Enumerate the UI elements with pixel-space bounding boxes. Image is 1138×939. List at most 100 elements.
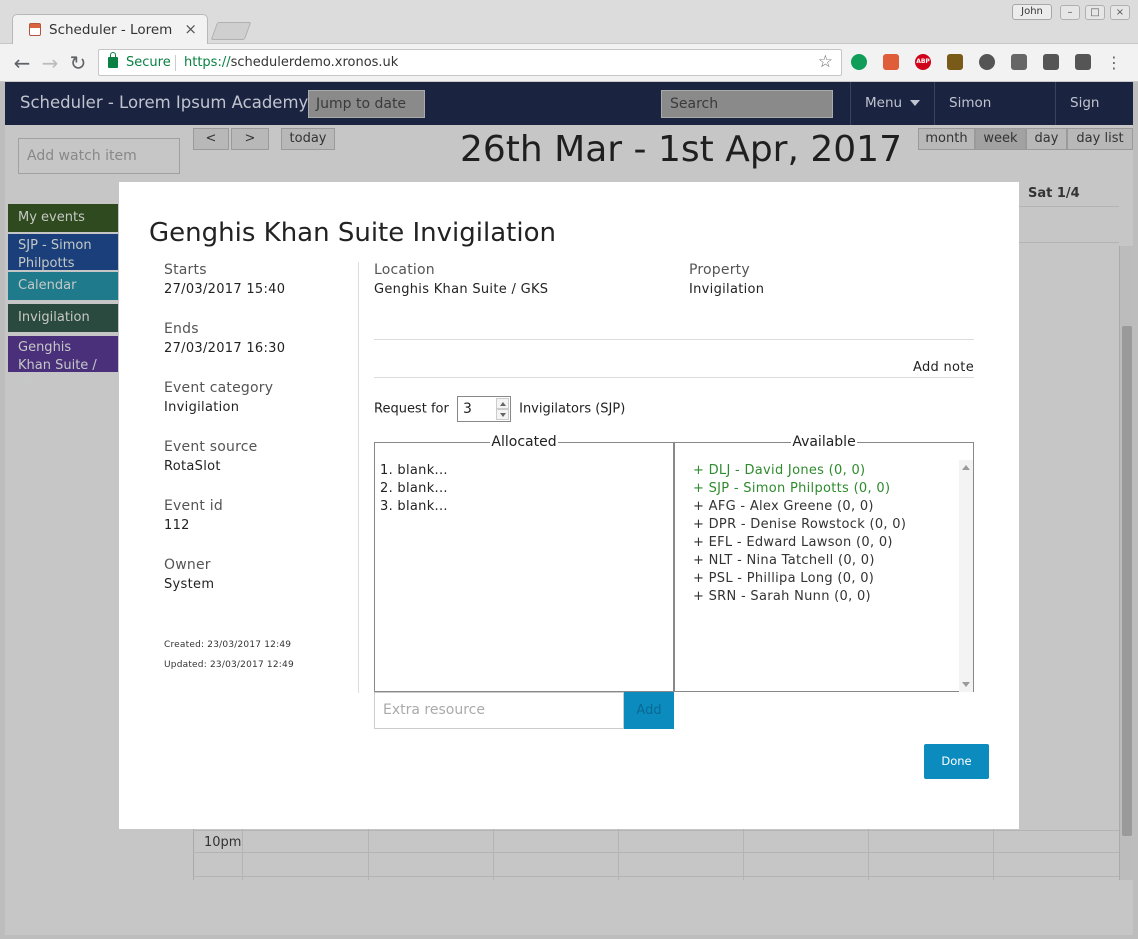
location-label: Location — [374, 262, 435, 278]
extension-icon[interactable] — [979, 54, 995, 70]
extension-icon[interactable] — [1043, 54, 1059, 70]
list-item[interactable]: + SJP - Simon Philpotts (0, 0) — [693, 480, 906, 498]
property-label: Property — [689, 262, 750, 278]
sidebar-item-gks[interactable]: Genghis Khan Suite / GKS — [8, 336, 118, 391]
available-legend: Available — [675, 434, 973, 450]
browser-toolbar: ← → ↻ Secure https://schedulerdemo.xrono… — [0, 44, 1138, 82]
meta-label: Starts — [164, 262, 207, 278]
evernote-extension-icon[interactable] — [851, 54, 867, 70]
bookmark-star-icon[interactable]: ☆ — [818, 52, 833, 72]
meta-owner: Owner System — [164, 557, 354, 616]
allocated-title: Allocated — [490, 434, 558, 450]
list-item[interactable]: + PSL - Phillipa Long (0, 0) — [693, 570, 906, 588]
list-item[interactable]: + DPR - Denise Rowstock (0, 0) — [693, 516, 906, 534]
app-title[interactable]: Scheduler - Lorem Ipsum Academy — [20, 93, 308, 112]
done-button[interactable]: Done — [924, 744, 989, 779]
home-extension-icon[interactable] — [947, 54, 963, 70]
list-item[interactable]: + AFG - Alex Greene (0, 0) — [693, 498, 906, 516]
meta-source: Event source RotaSlot — [164, 439, 354, 498]
chevron-down-icon — [910, 100, 921, 106]
calendar-scrollbar[interactable] — [1119, 246, 1133, 880]
decrement-icon[interactable] — [495, 409, 509, 420]
browser-tab[interactable]: Scheduler - Lorem Ipsum Academy × — [12, 14, 208, 45]
forward-icon[interactable]: → — [40, 51, 60, 75]
close-window-icon[interactable]: × — [1110, 5, 1130, 20]
reload-icon[interactable]: ↻ — [68, 51, 88, 75]
scroll-thumb[interactable] — [1122, 326, 1132, 836]
meta-label: Event category — [164, 380, 274, 396]
request-row: Request for 3 Invigilators (SJP) — [374, 396, 625, 422]
mail-extension-icon[interactable] — [1075, 54, 1091, 70]
scroll-down-icon[interactable] — [962, 682, 970, 687]
add-watch-item-input[interactable]: Add watch item — [18, 138, 180, 174]
created-timestamp: Created: 23/03/2017 12:49 — [164, 640, 292, 650]
grid-line — [193, 876, 1119, 877]
sign-out-link[interactable]: Sign out — [1055, 82, 1133, 154]
modal-title: Genghis Khan Suite Invigilation — [149, 218, 556, 248]
add-note-link[interactable]: Add note — [913, 360, 974, 375]
address-bar[interactable]: Secure https://schedulerdemo.xronos.uk ☆ — [98, 49, 842, 76]
lock-icon — [108, 52, 118, 68]
list-item[interactable]: + NLT - Nina Tatchell (0, 0) — [693, 552, 906, 570]
adblock-icon[interactable]: ABP — [915, 54, 931, 70]
allocated-items: 1. blank... 2. blank... 3. blank... — [380, 462, 448, 516]
url-separator — [175, 55, 176, 71]
url-scheme: https:// — [184, 55, 231, 70]
tab-title: Scheduler - Lorem Ipsum Academy — [49, 22, 177, 38]
available-title: Available — [791, 434, 857, 450]
increment-icon[interactable] — [495, 398, 509, 409]
stepper-value: 3 — [462, 401, 472, 417]
view-week-button[interactable]: week — [975, 128, 1026, 150]
date-range-title: 26th Mar - 1st Apr, 2017 — [460, 129, 902, 170]
today-button[interactable]: today — [281, 128, 335, 150]
user-link[interactable]: Simon Philpotts — [934, 82, 1055, 154]
updated-timestamp: Updated: 23/03/2017 12:49 — [164, 660, 294, 670]
cast-icon[interactable] — [1011, 54, 1027, 70]
list-item[interactable]: 2. blank... — [380, 480, 448, 498]
invigilator-count-stepper[interactable]: 3 — [456, 396, 511, 422]
minimize-icon[interactable]: – — [1060, 5, 1080, 20]
view-month-button[interactable]: month — [918, 128, 975, 150]
add-resource-button[interactable]: Add — [624, 692, 674, 729]
request-suffix: Invigilators (SJP) — [519, 401, 626, 417]
meta-label: Event source — [164, 439, 258, 455]
maximize-icon[interactable]: □ — [1085, 5, 1105, 20]
grid-line — [193, 830, 1119, 831]
secure-label: Secure — [126, 55, 171, 70]
property-block: Property Invigilation — [689, 262, 764, 297]
sidebar-item-my-events[interactable]: My events — [8, 204, 118, 232]
meta-label: Owner — [164, 557, 211, 573]
list-item[interactable]: 1. blank... — [380, 462, 448, 480]
extra-resource-input[interactable]: Extra resource — [374, 692, 624, 729]
view-day-list-button[interactable]: day list — [1067, 128, 1133, 150]
jump-to-date-input[interactable]: Jump to date — [308, 90, 425, 118]
meta-label: Ends — [164, 321, 199, 337]
meta-event-id: Event id 112 — [164, 498, 354, 557]
prev-week-button[interactable]: < — [193, 128, 229, 150]
url-text: https://schedulerdemo.xronos.uk — [184, 55, 398, 70]
available-scrollbar[interactable] — [959, 460, 973, 692]
profile-button[interactable]: John — [1012, 4, 1052, 20]
list-item[interactable]: + SRN - Sarah Nunn (0, 0) — [693, 588, 906, 606]
extension-icon[interactable] — [883, 54, 899, 70]
sidebar-item-sjp[interactable]: SJP - Simon Philpotts — [8, 234, 118, 271]
menu-dropdown[interactable]: Menu — [850, 82, 935, 125]
request-prefix: Request for — [374, 401, 449, 417]
next-week-button[interactable]: > — [231, 128, 269, 150]
back-icon[interactable]: ← — [12, 51, 32, 75]
sidebar-item-calendar[interactable]: Calendar — [8, 272, 118, 300]
list-item[interactable]: + EFL - Edward Lawson (0, 0) — [693, 534, 906, 552]
close-icon[interactable]: × — [184, 20, 197, 38]
available-items: + DLJ - David Jones (0, 0) + SJP - Simon… — [693, 462, 906, 606]
divider — [358, 262, 359, 693]
search-input[interactable]: Search — [661, 90, 833, 118]
menu-dots-icon[interactable]: ⋮ — [1104, 53, 1124, 72]
meta-label: Event id — [164, 498, 223, 514]
allocated-legend: Allocated — [375, 434, 673, 450]
new-tab-button[interactable] — [210, 22, 252, 40]
view-day-button[interactable]: day — [1026, 128, 1067, 150]
list-item[interactable]: 3. blank... — [380, 498, 448, 516]
list-item[interactable]: + DLJ - David Jones (0, 0) — [693, 462, 906, 480]
sidebar-item-invigilation[interactable]: Invigilation — [8, 304, 118, 332]
scroll-up-icon[interactable] — [962, 465, 970, 470]
